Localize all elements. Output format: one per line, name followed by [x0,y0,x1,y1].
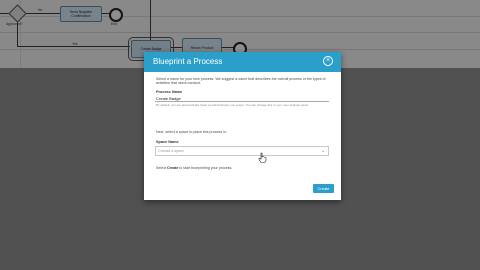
chevron-down-icon[interactable]: ⌄ [321,148,325,154]
intro-text: Select a name for your new process. We s… [156,77,326,86]
create-hint-post: to start blueprinting your process. [178,166,233,170]
close-icon[interactable]: × [323,56,333,66]
create-hint-bold: Create [167,166,179,170]
dialog-title: Blueprint a Process [153,57,223,66]
space-select-placeholder: Choose a space [158,149,184,153]
hand-cursor-icon [258,152,267,163]
space-intro-text: Next, select a space to place this proce… [156,130,227,134]
process-name-helper: By default, you are automatically listed… [156,103,309,107]
process-name-input[interactable] [155,95,329,102]
app-window: Approved? No Yes Send Negative Confirmat… [0,0,480,270]
process-name-label: Process Name [156,90,183,94]
create-hint: Select Create to start blueprinting your… [156,166,232,170]
space-name-label: Space Name [156,140,179,144]
blueprint-process-dialog: Blueprint a Process × Select a name for … [144,52,341,200]
create-button[interactable]: Create [313,184,334,193]
space-select[interactable]: Choose a space ⌄ [155,146,329,156]
create-hint-pre: Select [156,166,167,170]
dialog-header: Blueprint a Process × [144,52,341,72]
